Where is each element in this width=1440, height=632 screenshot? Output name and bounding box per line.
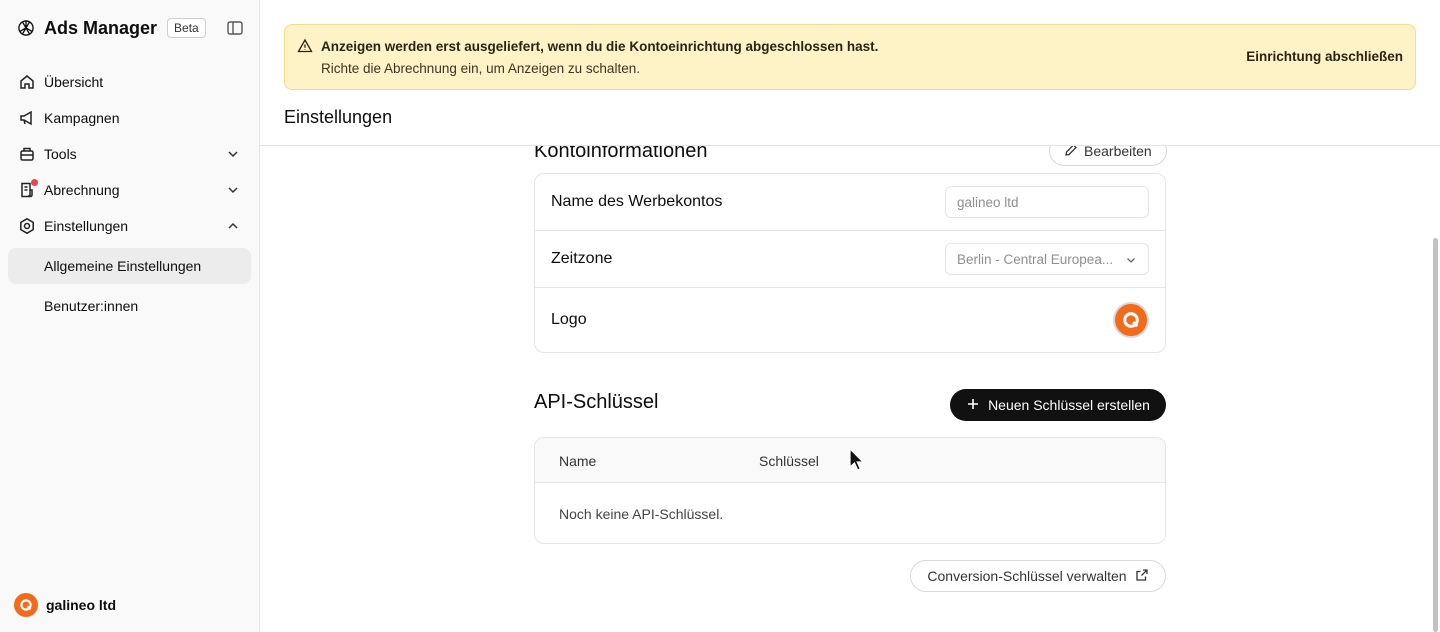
chevron-up-icon [225, 218, 241, 234]
timezone-select[interactable]: Berlin - Central Europea... [945, 243, 1149, 275]
column-name: Name [559, 453, 597, 469]
nav-label: Tools [44, 146, 77, 162]
warning-icon [297, 38, 313, 54]
manage-conversion-keys-button[interactable]: Conversion-Schlüssel verwalten [910, 560, 1166, 592]
account-logo-upload[interactable] [1113, 302, 1149, 338]
sidebar-item-general-settings[interactable]: Allgemeine Einstellungen [8, 248, 251, 284]
page-title: Einstellungen [284, 107, 393, 127]
api-keys-title: API-Schlüssel [534, 391, 659, 413]
external-link-icon [1135, 568, 1149, 585]
nav-item-tools[interactable]: Tools [8, 137, 251, 171]
column-key: Schlüssel [759, 453, 819, 469]
gear-icon [18, 217, 36, 235]
mouse-cursor-icon [849, 447, 865, 474]
brand[interactable]: Ads Manager Beta [16, 16, 206, 40]
scrollbar[interactable] [1433, 238, 1438, 632]
home-icon [18, 73, 36, 91]
sidebar-toggle-icon[interactable] [226, 19, 244, 37]
banner-title: Anzeigen werden erst ausgeliefert, wenn … [321, 39, 879, 54]
nav-item-billing[interactable]: Abrechnung [8, 173, 251, 207]
toolbox-icon [18, 145, 36, 163]
nav-item-settings[interactable]: Einstellungen [8, 209, 251, 243]
timezone-value: Berlin - Central Europea... [957, 251, 1114, 267]
logo-label: Logo [551, 311, 587, 328]
app-name: Ads Manager [44, 17, 158, 38]
account-name-row: Name des Werbekontos galineo ltd [535, 174, 1165, 231]
edit-label: Bearbeiten [1084, 146, 1152, 159]
nav-label: Einstellungen [44, 218, 129, 234]
timezone-row: Zeitzone Berlin - Central Europea... [535, 231, 1165, 288]
beta-badge: Beta [167, 18, 206, 38]
timezone-label: Zeitzone [551, 250, 613, 267]
settings-content[interactable]: Kontoinformationen Bearbeiten Name des W… [260, 146, 1430, 632]
receipt-icon [18, 179, 38, 199]
conversion-label: Conversion-Schlüssel verwalten [927, 568, 1127, 584]
account-name-input[interactable]: galineo ltd [945, 186, 1149, 218]
pencil-icon [1064, 146, 1078, 160]
nav-label: Abrechnung [44, 182, 120, 198]
create-key-button[interactable]: Neuen Schlüssel erstellen [950, 389, 1166, 421]
account-info-title: Kontoinformationen [534, 146, 708, 162]
account-name-label: Name des Werbekontos [551, 193, 723, 210]
empty-state: Noch keine API-Schlüssel. [559, 506, 724, 522]
account-info-card: Name des Werbekontos galineo ltd Zeitzon… [534, 173, 1166, 353]
account-switcher[interactable]: galineo ltd [14, 593, 116, 617]
banner-subtitle: Richte die Abrechnung ein, um Anzeigen z… [321, 61, 640, 76]
nav-item-campaigns[interactable]: Kampagnen [8, 101, 251, 135]
notification-dot [31, 179, 38, 186]
openai-logo-icon [16, 18, 36, 38]
chevron-down-icon [225, 182, 241, 198]
nav-label: Übersicht [44, 74, 104, 90]
sidebar-item-users[interactable]: Benutzer:innen [8, 288, 251, 324]
plus-icon [966, 397, 980, 414]
nav-item-overview[interactable]: Übersicht [8, 65, 251, 99]
chevron-down-icon [1124, 253, 1138, 267]
logo-row: Logo [535, 288, 1165, 352]
create-key-label: Neuen Schlüssel erstellen [988, 397, 1150, 413]
chevron-down-icon [225, 146, 241, 162]
megaphone-icon [18, 109, 36, 127]
account-name: galineo ltd [46, 597, 116, 613]
complete-setup-link[interactable]: Einrichtung abschließen [1246, 49, 1403, 64]
nav-label: Kampagnen [44, 110, 120, 126]
sidebar: Ads Manager Beta Übersicht Kampagnen Too… [0, 0, 260, 632]
setup-warning-banner: Anzeigen werden erst ausgeliefert, wenn … [284, 24, 1416, 90]
edit-button[interactable]: Bearbeiten [1049, 146, 1167, 166]
account-logo-icon [14, 593, 38, 617]
